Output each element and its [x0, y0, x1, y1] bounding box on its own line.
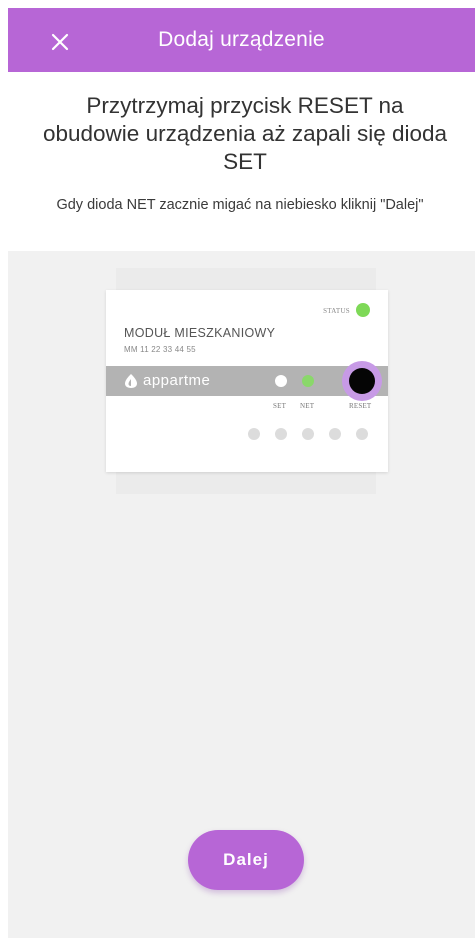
- status-led: [356, 303, 370, 317]
- net-led: [302, 375, 314, 387]
- port-dot: [329, 428, 341, 440]
- brand-name: appartme: [143, 372, 211, 389]
- set-label: SET: [273, 402, 287, 410]
- next-button[interactable]: Dalej: [188, 830, 304, 890]
- instruction-text: Przytrzymaj przycisk RESET na obudowie u…: [42, 93, 448, 174]
- reset-label: RESET: [349, 402, 372, 410]
- module-serial: MM 11 22 33 44 55: [124, 345, 196, 354]
- port-dot: [356, 428, 368, 440]
- port-dot: [302, 428, 314, 440]
- app-header: Dodaj urządzenie: [8, 8, 475, 72]
- hint-text: Gdy dioda NET zacznie migać na niebiesko…: [56, 197, 424, 213]
- reset-button-highlight: [342, 361, 382, 401]
- module-name: MODUŁ MIESZKANIOWY: [124, 326, 276, 340]
- status-label: STATUS: [323, 307, 350, 315]
- brand-logo: appartme: [124, 372, 210, 389]
- set-led: [275, 375, 287, 387]
- reset-button: [349, 368, 375, 394]
- port-dot: [275, 428, 287, 440]
- appartme-logo-icon: [125, 373, 137, 388]
- device-illustration: STATUS MODUŁ MIESZKANIOWY MM 11 22 33 44…: [106, 290, 388, 472]
- page-title: Dodaj urządzenie: [158, 28, 325, 51]
- port-dot: [248, 428, 260, 440]
- net-label: NET: [300, 402, 315, 410]
